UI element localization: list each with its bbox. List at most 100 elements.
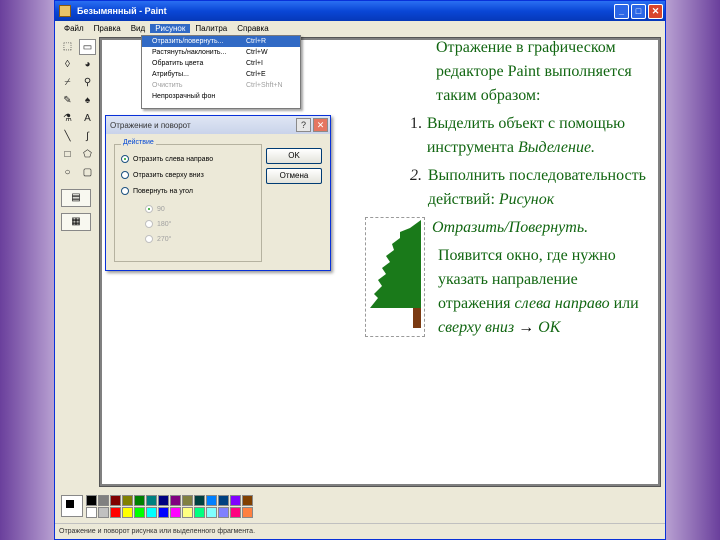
image-menu-dropdown: Отразить/повернуть... Ctrl+R Растянуть/на… [141, 35, 301, 109]
step-2: 2. Выполнить последовательность действий… [410, 167, 646, 208]
palette-swatch[interactable] [194, 494, 205, 506]
radio-angle-180: 180° [145, 220, 171, 228]
airbrush-icon[interactable]: ⚗ [59, 111, 76, 127]
dialog-title-bar[interactable]: Отражение и поворот ? ✕ [106, 116, 330, 134]
fill-bucket-icon[interactable]: ◕ [79, 57, 96, 73]
curve-icon[interactable]: ∫ [79, 129, 96, 145]
palette-swatch[interactable] [134, 494, 145, 506]
group-label: Действие [121, 139, 156, 146]
menu-view[interactable]: Вид [126, 24, 150, 33]
magnifier-icon[interactable]: ⚲ [79, 75, 96, 91]
menu-item-clear: Очистить Ctrl+Shft+N [152, 82, 283, 89]
palette-swatch[interactable] [86, 506, 97, 518]
palette-swatch[interactable] [110, 494, 121, 506]
palette-swatch[interactable] [170, 494, 181, 506]
radio-disabled-icon [145, 220, 153, 228]
palette-swatch[interactable] [146, 494, 157, 506]
window-title: Безымянный - Paint [77, 6, 167, 16]
palette-swatch[interactable] [182, 506, 193, 518]
step-2-path: Отразить/Повернуть. [432, 219, 589, 236]
help-button[interactable]: ? [296, 118, 311, 132]
palette-swatch[interactable] [86, 494, 97, 506]
palette-swatch[interactable] [218, 494, 229, 506]
menu-item-stretch-skew[interactable]: Растянуть/наклонить... Ctrl+W [142, 47, 300, 58]
radio-flip-horizontal[interactable]: Отразить слева направо [121, 155, 213, 163]
maximize-button[interactable]: □ [631, 3, 646, 19]
palette-swatch[interactable] [98, 506, 109, 518]
menu-edit[interactable]: Правка [89, 24, 126, 33]
radio-angle-270: 270° [145, 235, 171, 243]
palette-swatch[interactable] [242, 494, 253, 506]
palette-swatch[interactable] [218, 506, 229, 518]
radio-icon [121, 187, 129, 195]
radio-angle-90: 90 [145, 205, 165, 213]
palette-swatch[interactable] [242, 506, 253, 518]
radio-disabled-icon [145, 235, 153, 243]
ellipse-icon[interactable]: ○ [59, 165, 76, 181]
rectangle-icon[interactable]: □ [59, 147, 76, 163]
menu-item-invert-colors[interactable]: Обратить цвета Ctrl+I [142, 58, 300, 69]
palette-swatch[interactable] [170, 506, 181, 518]
polygon-icon[interactable]: ⬠ [79, 147, 96, 163]
radio-checked-icon [121, 155, 129, 163]
opaque-option-icon[interactable]: ▤ [61, 189, 91, 207]
palette-swatch[interactable] [110, 506, 121, 518]
radio-disabled-icon [145, 205, 153, 213]
transparent-option-icon[interactable]: ▦ [61, 213, 91, 231]
palette-swatch[interactable] [206, 506, 217, 518]
pencil-icon[interactable]: ✎ [59, 93, 76, 109]
menu-item-flip-rotate[interactable]: Отразить/повернуть... Ctrl+R [142, 36, 300, 47]
palette-swatch[interactable] [194, 506, 205, 518]
line-icon[interactable]: ╲ [59, 129, 76, 145]
palette-swatch[interactable] [134, 506, 145, 518]
action-groupbox: Действие Отразить слева направо Отразить… [114, 139, 262, 262]
palette-swatch[interactable] [230, 506, 241, 518]
palette-swatches [86, 494, 253, 518]
dialog-close-button[interactable]: ✕ [313, 118, 328, 132]
palette-swatch[interactable] [122, 506, 133, 518]
brush-icon[interactable]: ♠ [79, 93, 96, 109]
current-colors[interactable] [61, 495, 83, 517]
color-palette [57, 491, 665, 521]
eraser-icon[interactable]: ◊ [59, 57, 76, 73]
palette-swatch[interactable] [158, 494, 169, 506]
step-1: 1. Выделить объект с помощью инструмента… [410, 115, 626, 156]
palette-swatch[interactable] [230, 494, 241, 506]
palette-swatch[interactable] [98, 494, 109, 506]
radio-icon [121, 171, 129, 179]
ok-button[interactable]: OK [266, 148, 322, 164]
rounded-rect-icon[interactable]: ▢ [79, 165, 96, 181]
cancel-button[interactable]: Отмена [266, 168, 322, 184]
title-bar[interactable]: Безымянный - Paint _ □ ✕ [55, 1, 665, 21]
menu-colors[interactable]: Палитра [190, 24, 232, 33]
foreground-color-swatch [65, 499, 75, 509]
menu-item-opaque-bg[interactable]: Непрозрачный фон [142, 91, 300, 102]
menu-image[interactable]: Рисунок [150, 23, 191, 33]
menu-item-attributes[interactable]: Атрибуты... Ctrl+E [142, 69, 300, 80]
minimize-button[interactable]: _ [614, 3, 629, 19]
flip-rotate-dialog: Отражение и поворот ? ✕ Действие Отразит… [105, 115, 331, 271]
status-bar: Отражение и поворот рисунка или выделенн… [55, 523, 665, 539]
result-text: Появится окно, где нужно указать направл… [438, 247, 639, 336]
text-icon[interactable]: A [79, 111, 96, 127]
radio-rotate[interactable]: Повернуть на угол [121, 187, 193, 195]
palette-swatch[interactable] [122, 494, 133, 506]
radio-flip-vertical[interactable]: Отразить сверху вниз [121, 171, 204, 179]
slide-text: Отражение в графическом редакторе Paint … [410, 36, 650, 340]
arrow-icon: → [518, 319, 535, 336]
menu-help[interactable]: Справка [232, 24, 273, 33]
menu-file[interactable]: Файл [59, 24, 89, 33]
close-button[interactable]: ✕ [648, 3, 663, 19]
palette-swatch[interactable] [182, 494, 193, 506]
rect-select-icon[interactable]: ▭ [79, 39, 96, 55]
palette-swatch[interactable] [206, 494, 217, 506]
dialog-title: Отражение и поворот [110, 120, 191, 130]
palette-swatch[interactable] [158, 506, 169, 518]
intro-text: Отражение в графическом редакторе Paint … [436, 39, 632, 104]
menu-bar: Файл Правка Вид Рисунок Палитра Справка [55, 21, 665, 35]
toolbox: ⬚ ▭ ◊ ◕ ⌿ ⚲ ✎ ♠ ⚗ A ╲ ∫ □ ⬠ ○ ▢ ▤ ▦ [57, 37, 97, 487]
paint-app-icon [59, 5, 71, 17]
palette-swatch[interactable] [146, 506, 157, 518]
free-select-icon[interactable]: ⬚ [59, 39, 76, 55]
color-picker-icon[interactable]: ⌿ [59, 75, 76, 91]
